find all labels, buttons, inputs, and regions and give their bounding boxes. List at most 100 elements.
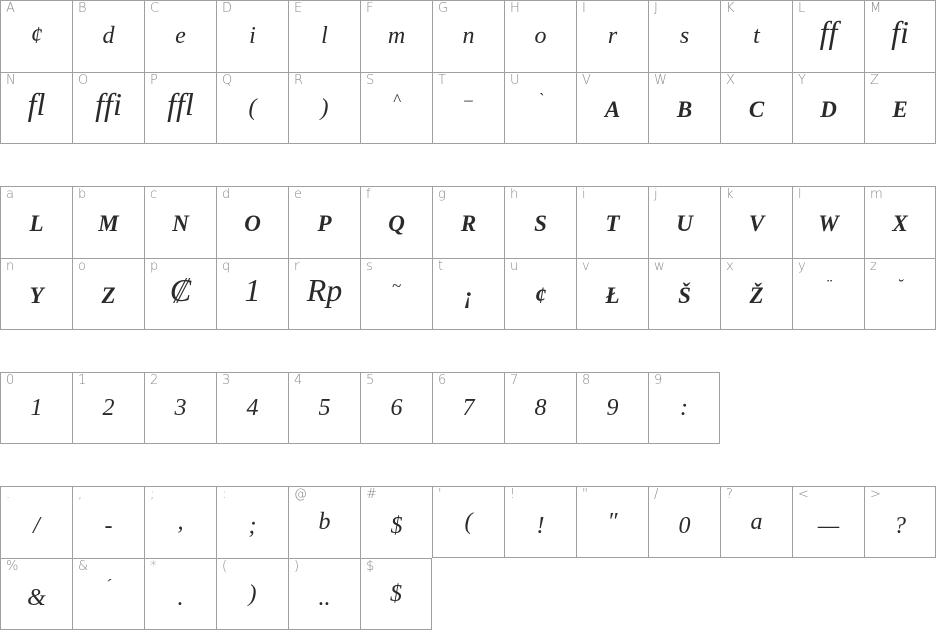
glyph-preview: Ł [605,283,620,308]
glyph-cell: y ¨ [792,258,864,330]
glyph-cell: 89 [576,372,648,444]
glyph-preview: ¢ [30,23,43,49]
glyph-preview: 1 [30,395,43,421]
glyph-preview: m [387,23,406,49]
glyph-cell: S ^ [360,72,432,144]
punctuation-grid: . /, -;,:; @ b # $ '(!! " ″/0? a < — >?% & & ´ *.()).. $ $ [0,486,936,630]
key-label: " [582,487,588,502]
key-label: f [366,187,371,202]
glyph-preview: n [462,23,475,49]
glyph-preview: ~ [391,276,402,295]
glyph-cell: bM [72,186,144,258]
lowercase-section: a Lb Mc Nd Oe Pf Qg Rh Si Tj Uk Vl Wm Xn Yo Zp ₡ q 1 r Rp s ~ t… [0,186,936,330]
glyph-preview: e [175,23,186,49]
key-label: E [294,1,303,16]
glyph-cell: gR [432,186,504,258]
glyph-preview: ` [537,90,544,109]
key-label: / [654,487,659,502]
glyph-cell: wŠ [648,258,720,330]
glyph-cell: ;, [144,486,216,558]
glyph-preview: / [33,513,40,539]
glyph-preview: P [317,211,332,236]
glyph-preview: Ž [749,283,764,308]
glyph-cell: WB [648,72,720,144]
glyph-preview: .. [318,585,331,611]
glyph-cell: cN [144,186,216,258]
glyph-cell: *. [144,558,216,630]
glyph-cell: ? a [720,486,792,558]
key-label: < [798,487,809,502]
glyph-preview: ; [248,513,257,539]
glyph-cell: " ″ [576,486,648,558]
glyph-cell: & ´ [72,558,144,630]
glyph-cell: lW [792,186,864,258]
glyph-preview: 4 [246,395,259,421]
key-label: % [6,559,19,574]
glyph-preview: U [676,211,693,236]
glyph-preview: — [817,513,840,539]
key-label: v [582,259,590,274]
key-label: g [438,187,446,202]
key-label: # [366,487,377,502]
glyph-cell: 78 [504,372,576,444]
glyph-preview: ( [464,509,473,535]
glyph-preview: & [27,585,46,611]
key-label: D [222,1,233,16]
uppercase-grid: A ¢ Bd Ce Di El Fm Gn Ho Ir Js Kt Lff Mfi Nfl Offi Pffl Q… [0,0,936,144]
glyph-cell: Js [648,0,720,72]
glyph-preview: l [321,23,328,49]
glyph-cell: A ¢ [0,0,72,72]
key-label: P [150,73,158,88]
glyph-preview: N [172,211,189,236]
key-label: n [6,259,15,274]
glyph-preview: ^ [392,90,401,109]
key-label: x [726,259,734,274]
glyph-preview: D [820,97,837,122]
glyph-preview: X [892,211,908,236]
glyph-cell: s ~ [360,258,432,330]
glyph-preview: ˘ [897,276,903,295]
key-label: R [294,73,304,88]
glyph-cell: 9: [648,372,720,444]
key-label: a [6,187,14,202]
glyph-cell: El [288,0,360,72]
key-label: w [654,259,665,274]
glyph-cell: ZE [864,72,936,144]
glyph-preview: 7 [462,395,475,421]
glyph-cell: Lff [792,0,864,72]
glyph-preview: ( [248,95,257,121]
glyph-cell: eP [288,186,360,258]
glyph-preview: ¡ [464,283,473,308]
glyph-cell: /0 [648,486,720,558]
glyph-preview: $ [390,581,402,607]
lowercase-grid: a Lb Mc Nd Oe Pf Qg Rh Si Tj Uk Vl Wm Xn Yo Zp ₡ q 1 r Rp s ~ t… [0,186,936,330]
glyph-cell: mX [864,186,936,258]
glyph-cell: 34 [216,372,288,444]
key-label: b [78,187,87,202]
glyph-cell: Q( [216,72,288,144]
glyph-cell: YD [792,72,864,144]
key-label: e [294,187,302,202]
glyph-cell: vŁ [576,258,648,330]
glyph-preview: ¢ [534,283,547,308]
key-label: 8 [582,373,591,388]
glyph-cell: Di [216,0,288,72]
glyph-preview: ) [248,581,257,607]
glyph-preview: – [464,90,473,109]
glyph-cell: :; [216,486,288,558]
key-label: p [150,259,159,274]
key-label: o [78,259,86,274]
digits-grid: 0112233445566778899: [0,372,936,444]
glyph-preview: ff [819,14,838,50]
key-label: C [150,1,160,16]
glyph-preview: Rp [306,272,343,308]
key-label: V [582,73,591,88]
glyph-preview: ? [894,513,906,539]
glyph-preview: 6 [390,395,403,421]
glyph-preview: t [753,23,760,49]
key-label: 3 [222,373,231,388]
glyph-cell: Pffl [144,72,216,144]
glyph-cell: T – [432,72,504,144]
glyph-preview: V [748,211,765,236]
glyph-preview: ₡ [169,272,192,308]
